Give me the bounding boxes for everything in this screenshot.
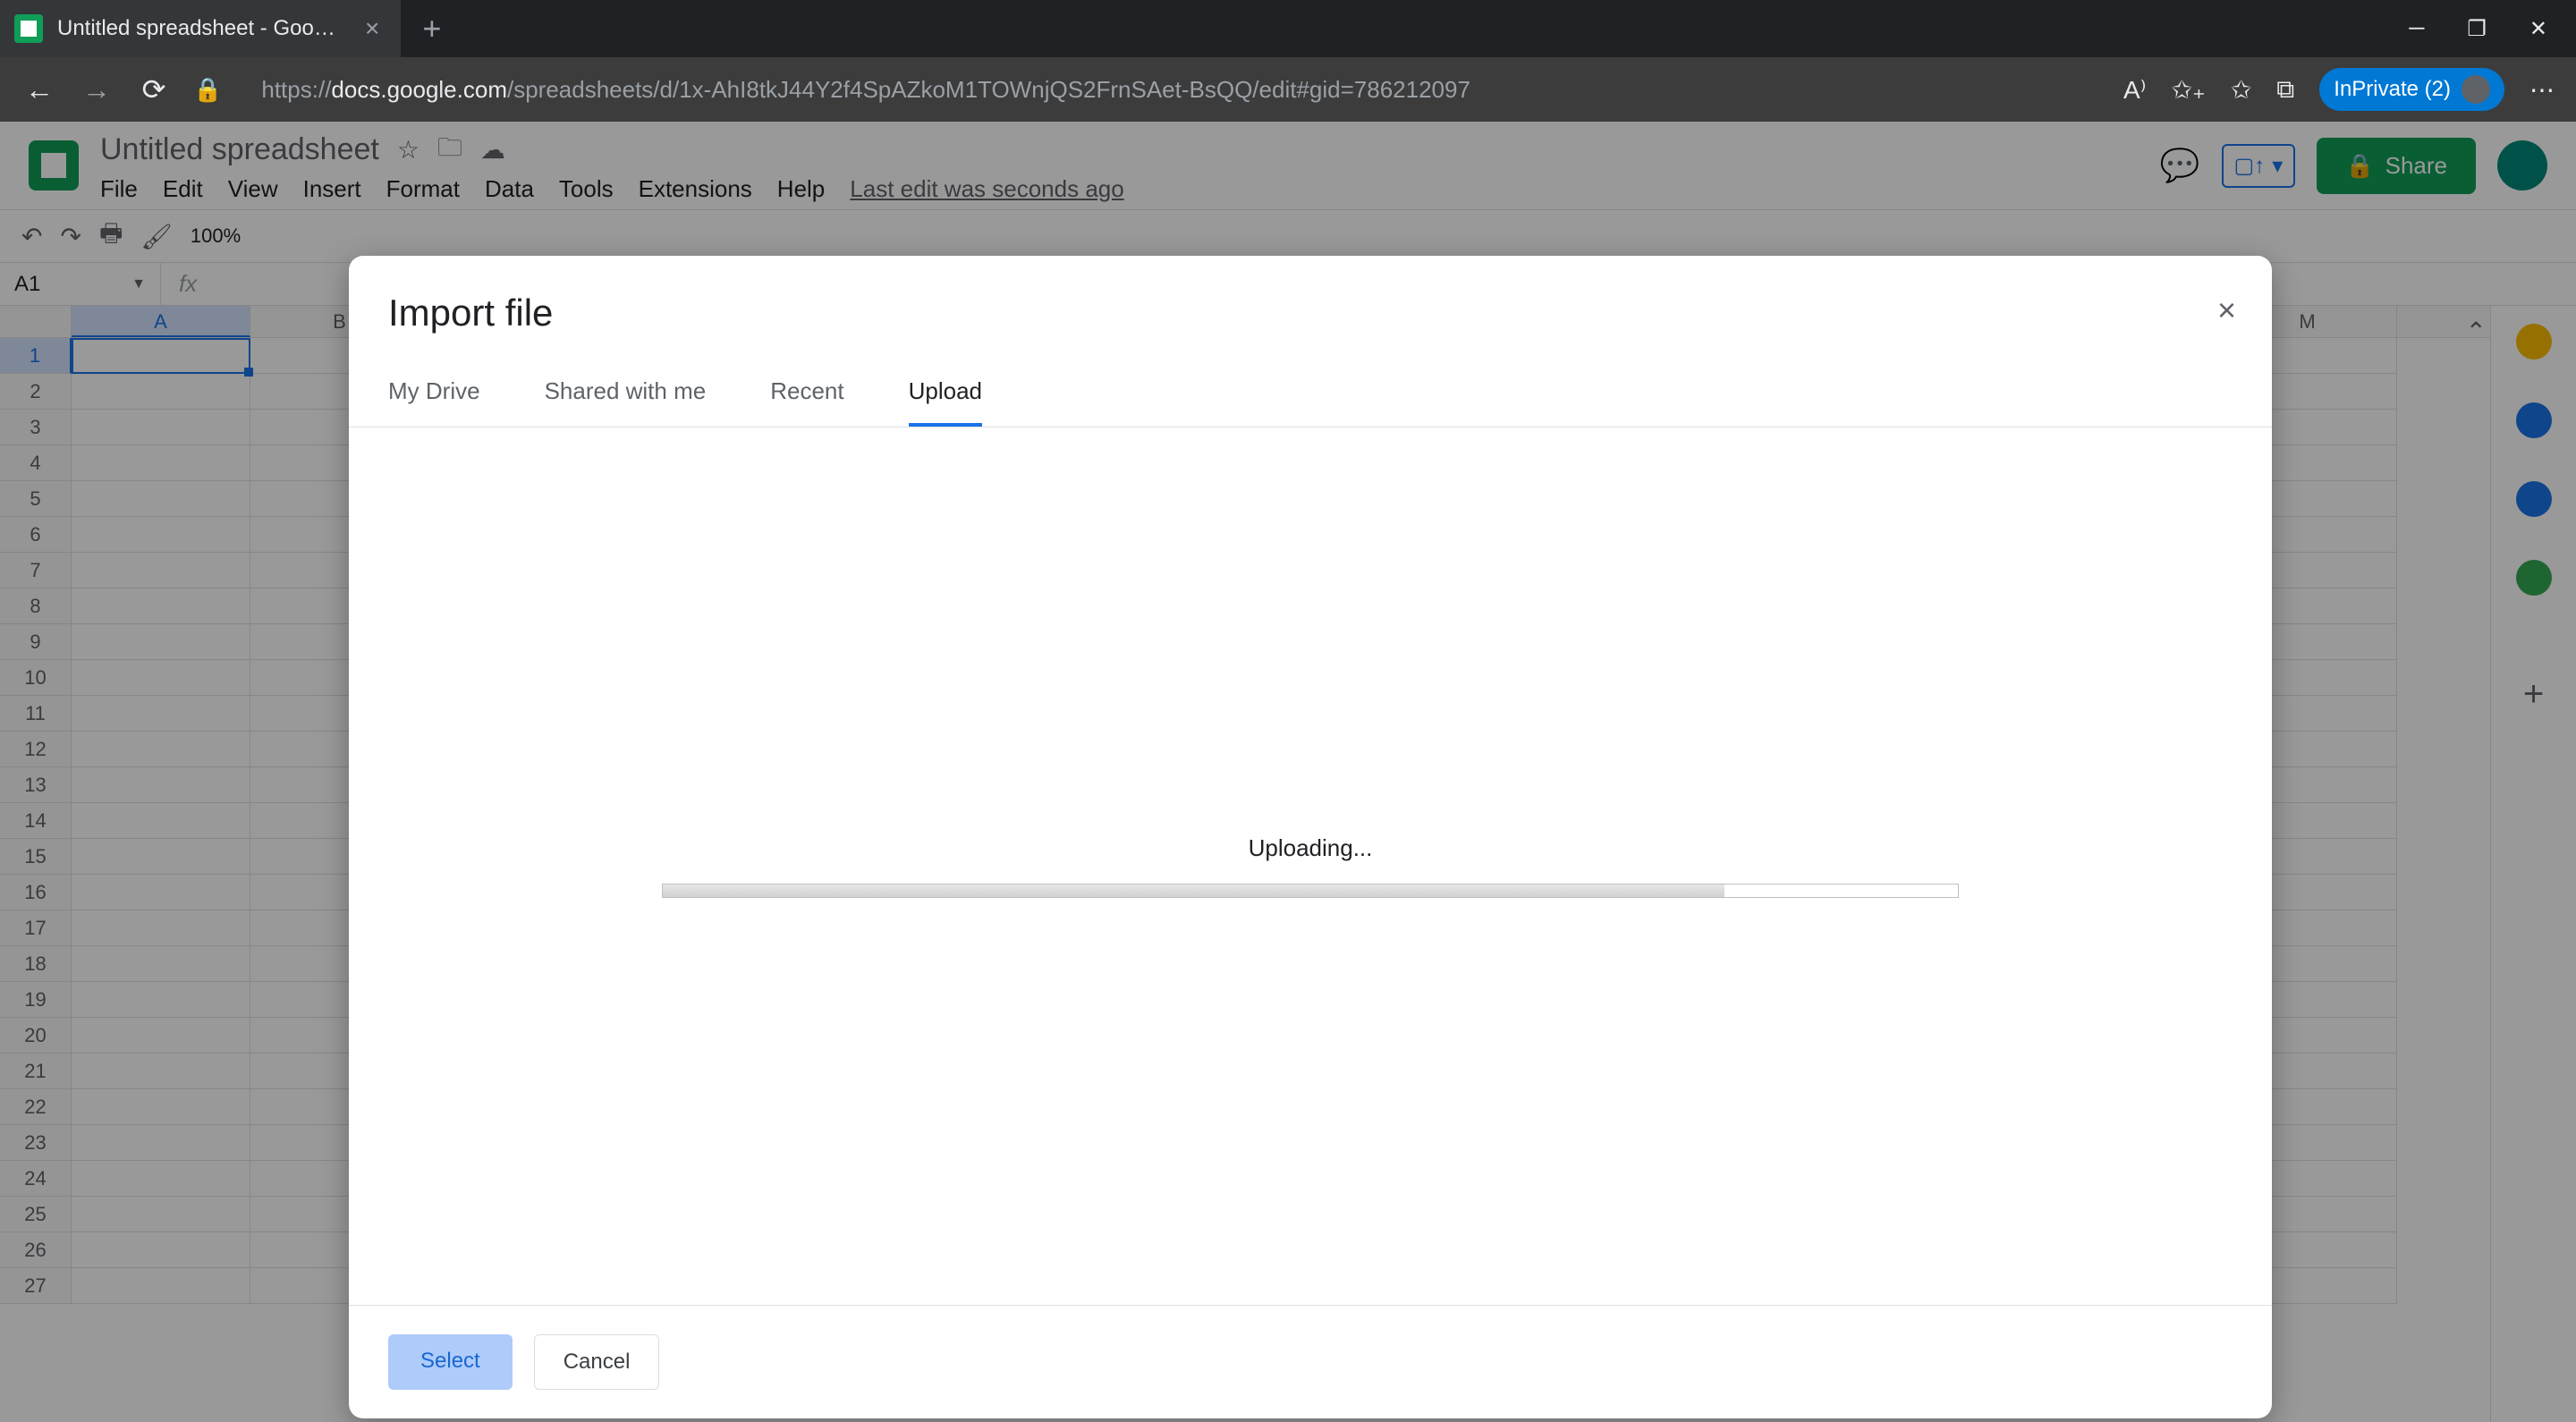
close-window-icon[interactable]: ✕ (2529, 16, 2547, 42)
tab-shared-with-me[interactable]: Shared with me (545, 363, 707, 427)
upload-status: Uploading... (1249, 834, 1373, 862)
modal-title: Import file (349, 256, 2272, 363)
sheets-app: Untitled spreadsheet ☆ 🗀 ☁ File Edit Vie… (0, 122, 2576, 1422)
collections-icon[interactable]: ⧉ (2276, 75, 2294, 105)
browser-titlebar: Untitled spreadsheet - Google Sheets × +… (0, 0, 2576, 57)
tab-upload[interactable]: Upload (909, 363, 982, 427)
tab-close-icon[interactable]: × (365, 14, 379, 43)
favorites-icon[interactable]: ✩ (2231, 75, 2251, 105)
browser-tab[interactable]: Untitled spreadsheet - Google Sheets × (0, 0, 401, 57)
profile-avatar-icon (2462, 75, 2490, 104)
upload-progress-bar (662, 884, 1959, 898)
progress-fill (663, 885, 1724, 897)
url-input[interactable]: https://docs.google.com/spreadsheets/d/1… (261, 76, 2102, 104)
forward-button[interactable]: → (79, 73, 114, 106)
select-button[interactable]: Select (388, 1334, 513, 1390)
minimize-icon[interactable]: ─ (2409, 16, 2424, 42)
refresh-button[interactable]: ⟳ (136, 72, 172, 106)
modal-footer: Select Cancel (349, 1305, 2272, 1418)
tab-title: Untitled spreadsheet - Google Sheets (57, 16, 343, 41)
tab-my-drive[interactable]: My Drive (388, 363, 480, 427)
sheets-favicon-icon (14, 14, 43, 43)
window-controls: ─ ❐ ✕ (2409, 16, 2576, 42)
star-add-icon[interactable]: ✩₊ (2172, 75, 2206, 105)
modal-tabs: My Drive Shared with me Recent Upload (349, 363, 2272, 427)
modal-close-icon[interactable]: × (2217, 292, 2236, 329)
browser-addressbar: ← → ⟳ 🔒 https://docs.google.com/spreadsh… (0, 57, 2576, 122)
tab-recent[interactable]: Recent (770, 363, 843, 427)
more-icon[interactable]: ⋯ (2529, 75, 2555, 105)
modal-body: Uploading... (349, 427, 2272, 1305)
import-file-modal: Import file × My Drive Shared with me Re… (349, 256, 2272, 1418)
new-tab-button[interactable]: + (422, 10, 441, 47)
inprivate-badge[interactable]: InPrivate (2) (2319, 68, 2504, 111)
back-button[interactable]: ← (21, 73, 57, 106)
cancel-button[interactable]: Cancel (534, 1334, 660, 1390)
lock-icon: 🔒 (193, 76, 222, 104)
read-aloud-icon[interactable]: A⁾ (2123, 75, 2147, 105)
maximize-icon[interactable]: ❐ (2467, 16, 2487, 42)
